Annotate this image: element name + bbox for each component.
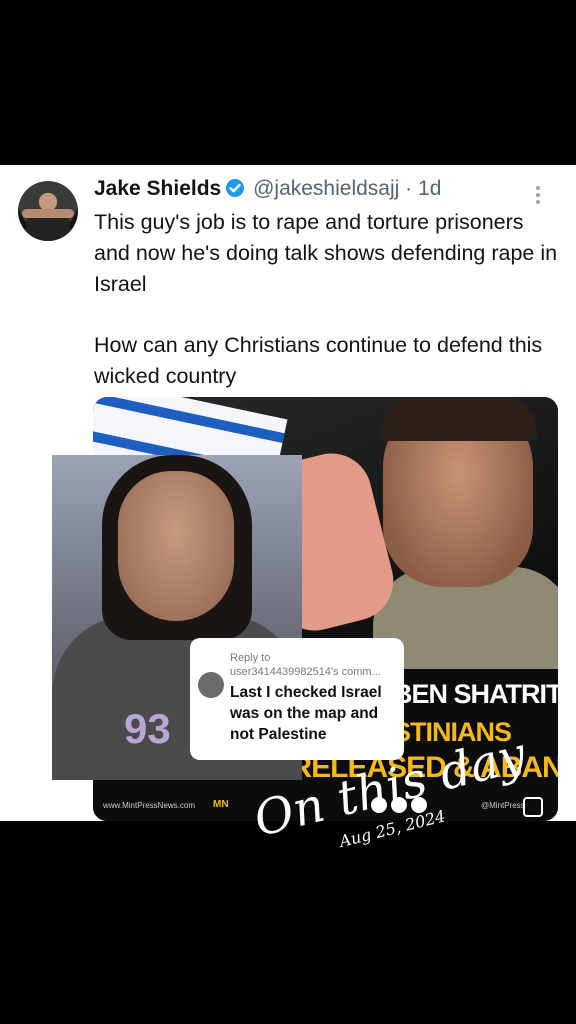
- media-handle: @MintPress: [481, 801, 525, 810]
- tweet-age[interactable]: 1d: [418, 177, 441, 200]
- jersey-number: 93: [124, 705, 171, 752]
- verified-badge-icon: [225, 178, 245, 204]
- tweet-paragraph-2: How can any Christians continue to defen…: [94, 333, 543, 388]
- bottom-letterbox: [0, 821, 576, 1024]
- reply-label: Reply to: [230, 652, 271, 664]
- man-photo: [244, 397, 558, 687]
- author-avatar[interactable]: [18, 181, 78, 241]
- instagram-icon: [523, 797, 543, 817]
- author-handle[interactable]: @jakeshieldsajj: [253, 177, 399, 200]
- tweet-text: This guy's job is to rape and torture pr…: [94, 207, 564, 392]
- avatar-shirt: [26, 215, 70, 241]
- reply-text: Last I checked Israel was on the map and…: [230, 684, 382, 743]
- header-separator: ·: [405, 177, 413, 200]
- media-headline-1: BEN SHATRIT: [393, 679, 558, 709]
- reply-username: user3414439982514's comm...: [230, 666, 381, 678]
- commenter-face: [118, 471, 234, 621]
- top-letterbox: [0, 0, 576, 165]
- media-site: www.MintPressNews.com: [103, 801, 196, 810]
- tweet-paragraph-1: This guy's job is to rape and torture pr…: [94, 210, 558, 296]
- more-options-icon[interactable]: [536, 183, 540, 207]
- reply-avatar: [198, 672, 224, 698]
- reply-comment-sticker[interactable]: Reply to user3414439982514's comm... Las…: [190, 638, 404, 760]
- mintpress-logo: MN: [213, 799, 229, 810]
- author-name[interactable]: Jake Shields: [94, 177, 221, 200]
- tweet-header: Jake Shields @jakeshieldsajj · 1d: [94, 177, 441, 204]
- avatar-arm: [22, 209, 74, 218]
